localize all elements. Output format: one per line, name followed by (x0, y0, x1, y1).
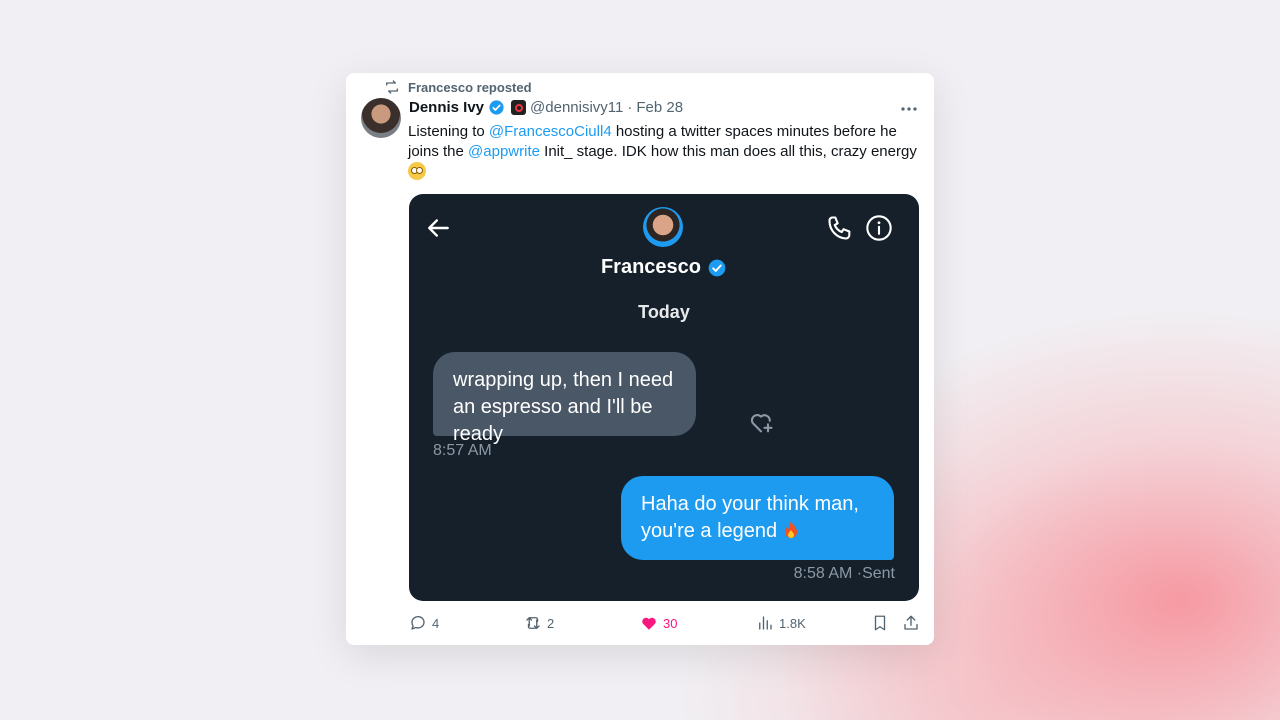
author-handle[interactable]: @dennisivy11 (530, 99, 623, 116)
bookmark-button[interactable] (871, 614, 889, 632)
mention-francesco-link[interactable]: @FrancescoCiull4 (489, 123, 612, 140)
reply-icon (411, 616, 425, 630)
tweet-header: Dennis Ivy @dennisivy11 · Feb 28 (409, 99, 683, 116)
back-arrow-icon (428, 219, 449, 237)
incoming-message-bubble: wrapping up, then I need an espresso and… (433, 352, 696, 445)
affiliate-badge-icon[interactable] (511, 100, 527, 115)
author-avatar[interactable] (361, 98, 401, 138)
repost-count: 2 (547, 615, 555, 631)
outgoing-message-bubble: Haha do your think man, you're a legend (621, 476, 894, 560)
text-part-3: Init_ stage. IDK how this man does all t… (539, 143, 917, 160)
repost-indicator: Francesco reposted (384, 79, 532, 95)
reply-count: 4 (432, 615, 440, 631)
author-name[interactable]: Dennis Ivy (409, 99, 484, 116)
like-count: 30 (663, 615, 678, 631)
tweet-text: Listening to @FrancescoCiull4 hosting a … (408, 122, 923, 183)
react-heart-plus-icon (750, 414, 773, 433)
more-options-icon[interactable] (898, 99, 920, 119)
repost-action-icon (526, 617, 540, 629)
reply-button[interactable]: 4 (409, 614, 439, 632)
fire-emoji-icon (784, 521, 797, 538)
view-count: 1.8K (779, 615, 806, 631)
incoming-message-time: 8:57 AM (433, 442, 492, 459)
outgoing-message-text: Haha do your think man, you're a legend (641, 493, 859, 542)
tweet-actions: 4 2 30 1.8K (409, 614, 924, 634)
outgoing-message-status: 8:58 AM ·Sent (793, 565, 895, 582)
tweet-media-image[interactable]: Francesco Today wrapping up, then I need… (409, 194, 919, 601)
views-button[interactable]: 1.8K (756, 614, 806, 632)
tweet-date[interactable]: Feb 28 (636, 99, 683, 116)
flushed-face-emoji-icon (408, 162, 426, 180)
dm-day-label: Today (638, 302, 690, 322)
dm-verified-badge-icon (708, 259, 726, 276)
info-icon (866, 215, 892, 241)
repost-button[interactable]: 2 (524, 614, 554, 632)
separator-dot: · (627, 99, 633, 116)
dm-contact-name: Francesco (409, 256, 919, 279)
share-button[interactable] (902, 614, 920, 632)
heart-filled-icon (642, 617, 656, 630)
dm-contact-name-text: Francesco (600, 256, 702, 278)
views-chart-icon (759, 616, 772, 630)
dm-contact-avatar (643, 207, 683, 247)
phone-icon (828, 216, 851, 240)
verified-badge-icon (489, 100, 504, 115)
text-part-1: Listening to (408, 123, 489, 140)
like-button[interactable]: 30 (640, 614, 677, 632)
share-icon (904, 615, 918, 630)
bookmark-icon (874, 615, 886, 631)
repost-label[interactable]: Francesco reposted (408, 80, 532, 95)
repost-icon (386, 80, 398, 94)
mention-appwrite-link[interactable]: @appwrite (468, 143, 540, 160)
tweet-card[interactable]: Francesco reposted Dennis Ivy @dennisivy… (346, 73, 934, 645)
